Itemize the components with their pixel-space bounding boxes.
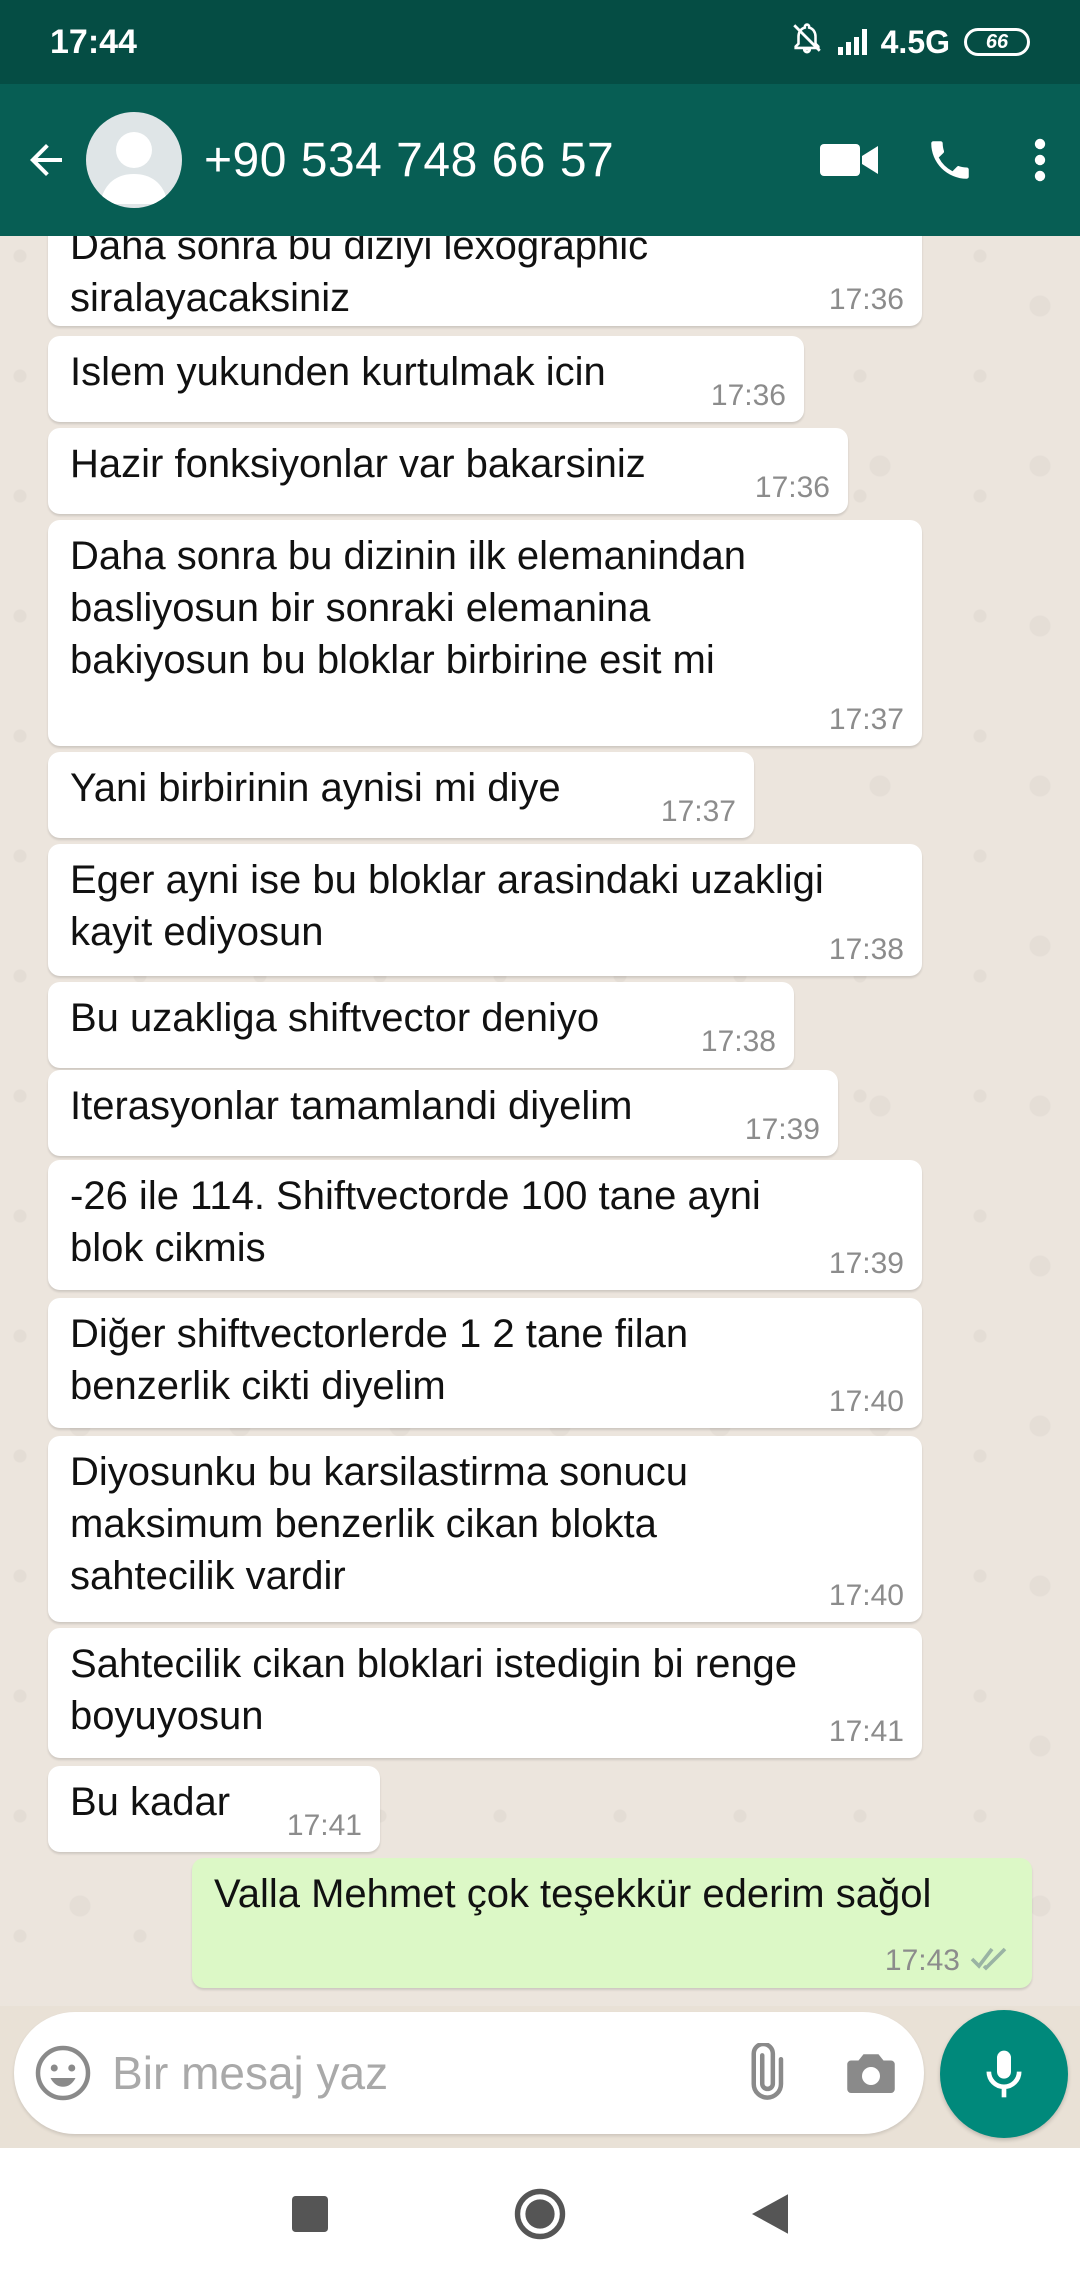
menu-icon[interactable] (1000, 100, 1080, 220)
message-input[interactable] (112, 2046, 711, 2100)
message-text: Valla Mehmet çok teşekkür ederim sağol (214, 1872, 932, 1916)
message-text: Daha sonra bu dizinin ilk elemanindan ba… (70, 534, 746, 682)
avatar[interactable] (86, 112, 182, 208)
mic-icon (986, 2050, 1022, 2098)
incoming-message[interactable]: Eger ayni ise bu bloklar arasindaki uzak… (48, 844, 922, 976)
incoming-message[interactable]: Daha sonra bu dizinin ilk elemanindan ba… (48, 520, 922, 746)
message-time: 17:38 (701, 1024, 776, 1060)
message-list[interactable]: Daha sonra bu diziyi lexographic siralay… (0, 236, 1080, 2006)
message-text: Diğer shiftvectorlerde 1 2 tane filan be… (70, 1312, 689, 1408)
incoming-message[interactable]: Iterasyonlar tamamlandi diyelim 17:39 (48, 1070, 838, 1156)
message-time: 17:39 (829, 1246, 904, 1282)
incoming-message[interactable]: Islem yukunden kurtulmak icin 17:36 (48, 336, 804, 422)
message-time: 17:40 (829, 1578, 904, 1614)
recents-icon[interactable] (270, 2174, 350, 2254)
camera-icon[interactable] (817, 2012, 924, 2134)
chat-header: +90 534 748 66 57 (0, 84, 1080, 236)
message-text: Islem yukunden kurtulmak icin (70, 350, 606, 394)
message-time: 17:36 (711, 378, 786, 414)
video-call-icon[interactable] (800, 100, 900, 220)
message-time-label: 17:43 (884, 1943, 960, 1977)
status-icons: 4.5G 66 (790, 21, 1030, 63)
message-text: Daha sonra bu diziyi lexographic siralay… (70, 236, 649, 320)
mic-button[interactable] (940, 2010, 1068, 2138)
status-time: 17:44 (50, 22, 137, 61)
message-time-label: 17:38 (828, 933, 904, 966)
message-time-label: 17:40 (828, 1579, 904, 1612)
message-time: 17:41 (829, 1714, 904, 1750)
system-nav-bar (0, 2148, 1080, 2280)
battery-level: 66 (985, 30, 1009, 53)
message-time-label: 17:36 (710, 379, 786, 412)
mute-bell-icon (790, 21, 824, 63)
message-time: 17:41 (287, 1808, 362, 1844)
message-text: Yani birbirinin aynisi mi diye (70, 766, 561, 810)
message-time-label: 17:37 (660, 795, 736, 828)
message-text: -26 ile 114. Shiftvectorde 100 tane ayni… (70, 1174, 761, 1270)
status-bar: 17:44 4.5G 66 (0, 0, 1080, 84)
network-label: 4.5G (880, 23, 950, 60)
incoming-message[interactable]: Diğer shiftvectorlerde 1 2 tane filan be… (48, 1298, 922, 1428)
message-text: Eger ayni ise bu bloklar arasindaki uzak… (70, 858, 824, 954)
message-time: 17:40 (829, 1384, 904, 1420)
incoming-message[interactable]: Bu kadar 17:41 (48, 1766, 380, 1852)
incoming-message[interactable]: Daha sonra bu diziyi lexographic siralay… (48, 236, 922, 326)
home-icon[interactable] (500, 2174, 580, 2254)
signal-icon (837, 29, 867, 55)
message-time-label: 17:40 (828, 1385, 904, 1418)
attach-icon[interactable] (710, 2012, 817, 2134)
message-time: 17:38 (829, 932, 904, 968)
back-arrow-icon[interactable] (10, 110, 82, 210)
read-ticks-icon (970, 1944, 1010, 1980)
battery-icon: 66 (964, 28, 1030, 56)
incoming-message[interactable]: Bu uzakliga shiftvector deniyo 17:38 (48, 982, 794, 1068)
message-time-label: 17:37 (828, 703, 904, 736)
composer (14, 2012, 924, 2134)
incoming-message[interactable]: Hazir fonksiyonlar var bakarsiniz 17:36 (48, 428, 848, 514)
message-text: Hazir fonksiyonlar var bakarsiniz (70, 442, 646, 486)
incoming-message[interactable]: -26 ile 114. Shiftvectorde 100 tane ayni… (48, 1160, 922, 1290)
message-time: 17:36 (829, 282, 904, 318)
message-time: 17:43 (885, 1943, 1010, 1980)
message-text: Sahtecilik cikan bloklari istedigin bi r… (70, 1642, 798, 1738)
message-text: Bu kadar (70, 1780, 231, 1824)
message-time-label: 17:41 (828, 1715, 904, 1748)
message-time-label: 17:36 (754, 471, 830, 504)
incoming-message[interactable]: Diyosunku bu karsilastirma sonucu maksim… (48, 1436, 922, 1622)
avatar-icon (100, 132, 168, 204)
incoming-message[interactable]: Sahtecilik cikan bloklari istedigin bi r… (48, 1628, 922, 1758)
incoming-message[interactable]: Yani birbirinin aynisi mi diye 17:37 (48, 752, 754, 838)
message-time: 17:36 (755, 470, 830, 506)
message-time-label: 17:41 (286, 1809, 362, 1842)
message-text: Diyosunku bu karsilastirma sonucu maksim… (70, 1450, 689, 1598)
message-text: Bu uzakliga shiftvector deniyo (70, 996, 600, 1040)
message-time-label: 17:38 (700, 1025, 776, 1058)
message-time: 17:37 (661, 794, 736, 830)
message-text: Iterasyonlar tamamlandi diyelim (70, 1084, 633, 1128)
back-icon[interactable] (730, 2174, 810, 2254)
contact-name[interactable]: +90 534 748 66 57 (204, 133, 800, 188)
message-time: 17:37 (829, 702, 904, 738)
message-time-label: 17:39 (744, 1113, 820, 1146)
voice-call-icon[interactable] (900, 100, 1000, 220)
message-time-label: 17:36 (828, 283, 904, 316)
emoji-icon[interactable] (14, 2012, 112, 2134)
message-time: 17:39 (745, 1112, 820, 1148)
outgoing-message[interactable]: Valla Mehmet çok teşekkür ederim sağol 17… (192, 1858, 1032, 1988)
message-time-label: 17:39 (828, 1247, 904, 1280)
